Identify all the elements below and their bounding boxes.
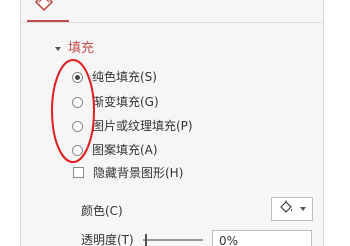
hide-background-checkbox[interactable] <box>73 166 84 178</box>
color-picker-button[interactable] <box>271 197 313 221</box>
fill-section-header[interactable]: 填充 <box>55 40 94 58</box>
chevron-down-icon <box>300 207 306 211</box>
tab-divider <box>21 22 323 23</box>
right-edge-strip <box>323 0 350 246</box>
gradient-fill-option[interactable]: 渐变填充(G) <box>72 93 159 111</box>
fill-section-title: 填充 <box>68 41 95 56</box>
collapse-caret-icon <box>55 47 61 51</box>
picture-texture-fill-radio[interactable] <box>72 120 83 132</box>
hide-background-option[interactable]: 隐藏背景图形(H) <box>73 163 183 181</box>
format-background-pane: 填充 纯色填充(S) 渐变填充(G) 图片或纹理填充(P) 图案填充(A) 隐藏… <box>0 0 350 246</box>
solid-fill-label: 纯色填充(S) <box>92 70 157 84</box>
pattern-fill-radio[interactable] <box>72 144 83 156</box>
left-edge-strip <box>0 0 21 246</box>
transparency-slider-thumb[interactable] <box>145 234 147 246</box>
pattern-fill-label: 图案填充(A) <box>92 143 158 157</box>
transparency-input[interactable] <box>212 230 312 246</box>
solid-fill-radio[interactable] <box>72 71 83 83</box>
picture-texture-fill-option[interactable]: 图片或纹理填充(P) <box>72 117 193 135</box>
pattern-fill-option[interactable]: 图案填充(A) <box>72 141 158 159</box>
gradient-fill-label: 渐变填充(G) <box>92 95 159 109</box>
color-label: 颜色(C) <box>81 204 123 218</box>
hide-background-label: 隐藏背景图形(H) <box>93 165 184 180</box>
solid-fill-option[interactable]: 纯色填充(S) <box>72 68 157 86</box>
fill-tab-icon[interactable] <box>32 0 56 14</box>
transparency-label: 透明度(T) <box>81 233 134 246</box>
picture-texture-fill-label: 图片或纹理填充(P) <box>92 119 193 133</box>
paint-bucket-icon <box>278 199 294 219</box>
gradient-fill-radio[interactable] <box>72 96 83 108</box>
transparency-slider-track[interactable] <box>143 239 203 241</box>
